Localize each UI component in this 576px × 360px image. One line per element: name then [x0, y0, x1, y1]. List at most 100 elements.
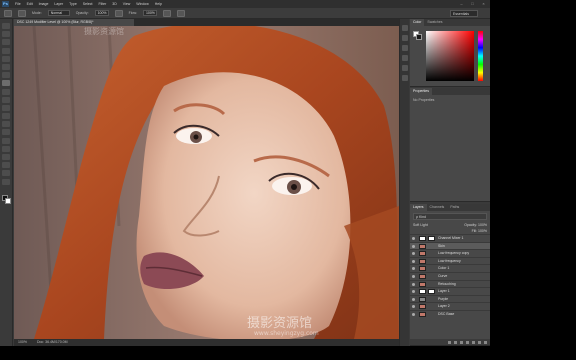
workspace-select[interactable]: Essentials: [450, 10, 478, 17]
layer-row[interactable]: Low frequency copy: [410, 249, 490, 257]
menu-view[interactable]: View: [123, 2, 131, 6]
visibility-eye-icon[interactable]: [412, 312, 415, 316]
clone-stamp-tool-icon[interactable]: [2, 88, 10, 95]
options-bar: Mode: Normal Opacity: 100% Flow: 100% Es…: [0, 8, 490, 19]
menu-window[interactable]: Window: [136, 2, 148, 6]
brush-panel-icon[interactable]: [401, 45, 408, 51]
layer-row[interactable]: Curve: [410, 271, 490, 280]
character-icon[interactable]: [401, 65, 408, 71]
visibility-eye-icon[interactable]: [412, 244, 415, 248]
visibility-eye-icon[interactable]: [412, 282, 415, 286]
delete-layer-icon[interactable]: [484, 340, 487, 344]
marquee-tool-icon[interactable]: [2, 31, 10, 38]
tab-color[interactable]: Color: [410, 19, 425, 26]
layer-name: Skin: [438, 243, 445, 248]
mode-select[interactable]: Normal: [47, 10, 70, 16]
hand-tool-icon[interactable]: [2, 170, 10, 177]
layer-row[interactable]: Purple: [410, 294, 490, 303]
hue-slider[interactable]: [478, 31, 483, 81]
visibility-eye-icon[interactable]: [412, 267, 415, 271]
blur-tool-icon[interactable]: [2, 121, 10, 128]
pressure-opacity-icon[interactable]: [114, 9, 123, 17]
visibility-eye-icon[interactable]: [412, 305, 415, 309]
menu-help[interactable]: Help: [155, 2, 162, 6]
properties-empty-text: No Properties: [413, 98, 435, 102]
crop-tool-icon[interactable]: [2, 55, 10, 62]
menu-filter[interactable]: Filter: [99, 2, 107, 6]
new-group-icon[interactable]: [472, 340, 475, 344]
visibility-eye-icon[interactable]: [412, 274, 415, 278]
menu-image[interactable]: Image: [39, 2, 49, 6]
zoom-level[interactable]: 100%: [18, 339, 27, 346]
layer-row[interactable]: Retouching: [410, 279, 490, 288]
blend-mode-select[interactable]: Soft Light: [413, 222, 428, 228]
menu-layer[interactable]: Layer: [54, 2, 63, 6]
eraser-tool-icon[interactable]: [2, 104, 10, 111]
airbrush-icon[interactable]: [162, 9, 171, 17]
menu-select[interactable]: Select: [83, 2, 93, 6]
new-layer-icon[interactable]: [478, 340, 481, 344]
layer-kind-filter[interactable]: ρ Kind: [413, 213, 487, 220]
layer-mask-thumbnail[interactable]: [428, 289, 435, 295]
opacity-field[interactable]: 100%: [94, 10, 109, 16]
menu-type[interactable]: Type: [69, 2, 77, 6]
brush-preset-icon[interactable]: [4, 9, 12, 17]
menu-3d[interactable]: 3D: [112, 2, 116, 6]
layer-row[interactable]: Skin: [410, 241, 490, 250]
move-tool-icon[interactable]: [2, 23, 10, 29]
tab-layers[interactable]: Layers: [410, 204, 427, 211]
shape-tool-icon[interactable]: [2, 162, 10, 169]
minimize-icon[interactable]: –: [459, 1, 464, 6]
layer-row[interactable]: Channel Mixer 1: [410, 234, 490, 242]
layer-row[interactable]: Low frequency: [410, 256, 490, 265]
document-canvas[interactable]: 摄影资源馆 摄影资源馆 www.sheyingzyg.com: [14, 26, 399, 339]
adjustment-layer-icon[interactable]: [466, 340, 469, 344]
visibility-eye-icon[interactable]: [412, 252, 415, 256]
flow-field[interactable]: 100%: [142, 10, 157, 16]
maximize-icon[interactable]: □: [470, 1, 475, 6]
tab-swatches[interactable]: Swatches: [424, 19, 445, 26]
brush-settings-icon[interactable]: [18, 9, 26, 17]
pen-tool-icon[interactable]: [2, 137, 10, 144]
tab-channels[interactable]: Channels: [427, 204, 448, 211]
zoom-tool-icon[interactable]: [2, 178, 10, 185]
layer-thumbnail: [419, 243, 426, 249]
menu-edit[interactable]: Edit: [27, 2, 33, 6]
visibility-eye-icon[interactable]: [412, 297, 415, 301]
menu-file[interactable]: File: [15, 2, 21, 6]
paragraph-icon[interactable]: [401, 75, 408, 81]
panel-background-swatch[interactable]: [416, 34, 422, 40]
close-icon[interactable]: ×: [481, 1, 486, 6]
add-mask-icon[interactable]: [460, 340, 463, 344]
dodge-tool-icon[interactable]: [2, 129, 10, 136]
healing-tool-icon[interactable]: [2, 72, 10, 79]
document-tab[interactable]: DSC 1249 Modifier Level @ 100% (Blur, RG…: [14, 19, 134, 26]
gradient-tool-icon[interactable]: [2, 113, 10, 120]
visibility-eye-icon[interactable]: [412, 237, 415, 240]
quick-select-tool-icon[interactable]: [2, 47, 10, 54]
color-picker-field[interactable]: [426, 31, 474, 81]
visibility-eye-icon[interactable]: [412, 259, 415, 263]
layer-row[interactable]: Color 1: [410, 264, 490, 272]
history-icon[interactable]: [401, 25, 408, 31]
panel-icon-strip: [399, 19, 409, 346]
layer-row[interactable]: DSC Base: [410, 309, 490, 318]
brush-tool-icon[interactable]: [2, 80, 10, 87]
eyedropper-tool-icon[interactable]: [2, 63, 10, 70]
type-tool-icon[interactable]: [2, 145, 10, 152]
pressure-size-icon[interactable]: [176, 9, 185, 17]
layer-row[interactable]: Layer 1: [410, 287, 490, 295]
layer-row[interactable]: Layer 2: [410, 302, 490, 310]
actions-icon[interactable]: [401, 35, 408, 41]
clone-source-icon[interactable]: [401, 55, 408, 61]
link-layers-icon[interactable]: [448, 340, 451, 344]
background-color-swatch[interactable]: [5, 198, 11, 204]
history-brush-tool-icon[interactable]: [2, 96, 10, 103]
tab-properties[interactable]: Properties: [410, 88, 432, 95]
visibility-eye-icon[interactable]: [412, 290, 415, 294]
layer-style-icon[interactable]: [454, 340, 457, 344]
tab-paths[interactable]: Paths: [447, 204, 462, 211]
lasso-tool-icon[interactable]: [2, 39, 10, 46]
path-select-tool-icon[interactable]: [2, 154, 10, 160]
layer-mask-thumbnail[interactable]: [428, 236, 435, 241]
